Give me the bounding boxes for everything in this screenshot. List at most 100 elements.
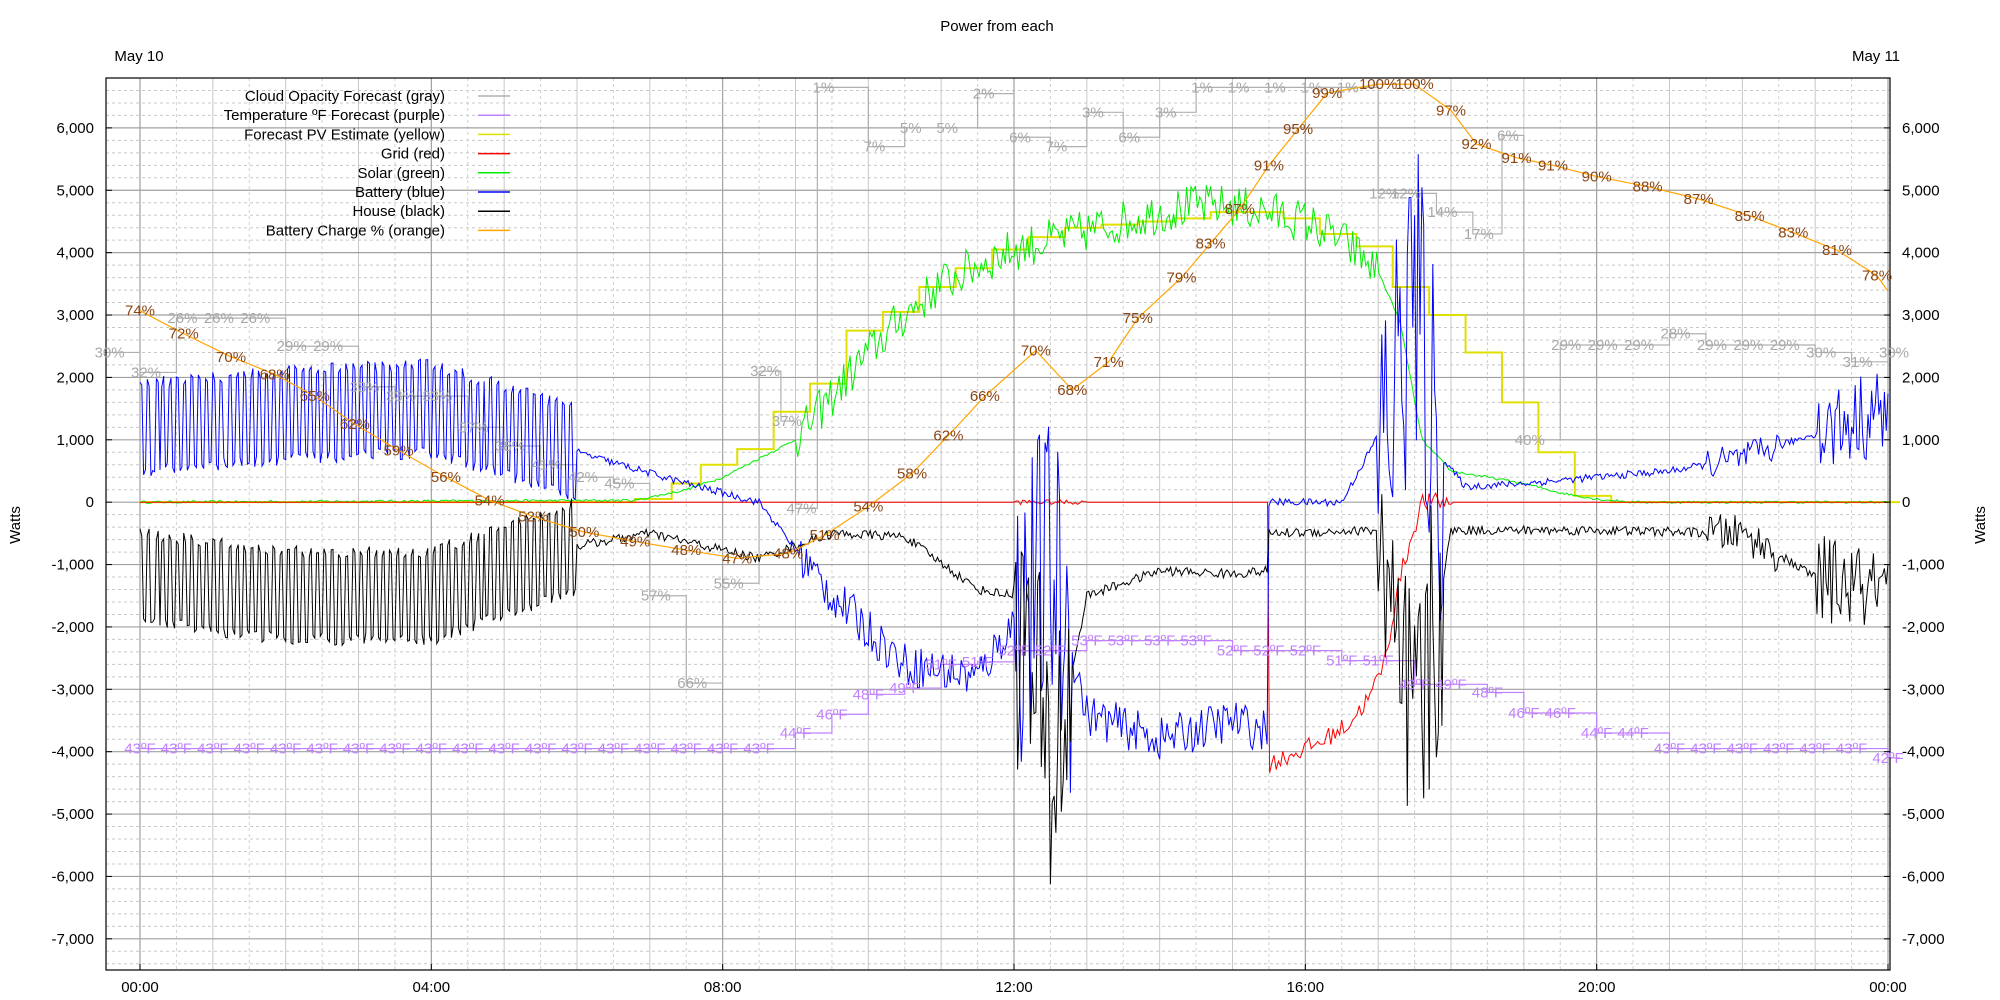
temperature-label: 52ºF — [1253, 643, 1284, 660]
cloud-opacity-label: 7% — [863, 139, 885, 156]
cloud-opacity-label: 31% — [1843, 354, 1873, 371]
temperature-label: 46ºF — [1508, 705, 1539, 722]
cloud-opacity-label: 32% — [131, 364, 161, 381]
temperature-label: 43ºF — [234, 741, 265, 758]
y-tick-label-right: -3,000 — [1902, 681, 1945, 698]
cloud-opacity-label: 5% — [936, 120, 958, 137]
y-tick-label-right: -5,000 — [1902, 806, 1945, 823]
y-tick-label-left: 2,000 — [56, 369, 94, 386]
battery-charge-label: 91% — [1254, 157, 1284, 174]
battery-charge-label: 74% — [125, 303, 155, 320]
battery-charge-label: 65% — [300, 388, 330, 405]
temperature-label: 48ºF — [1472, 684, 1503, 701]
battery-charge-label: 87% — [1225, 201, 1255, 218]
cloud-opacity-label: 29% — [1624, 337, 1654, 354]
battery-charge-label: 100% — [1395, 76, 1433, 93]
y-tick-label-left: -4,000 — [51, 744, 94, 761]
battery-charge-label: 62% — [340, 416, 370, 433]
temperature-label: 52ºF — [1290, 643, 1321, 660]
cloud-opacity-label: 55% — [714, 575, 744, 592]
temperature-label: 46ºF — [1545, 705, 1576, 722]
legend-entry-label: Grid (red) — [381, 146, 445, 163]
cloud-opacity-label: 7% — [1046, 139, 1068, 156]
temperature-label: 49ºF — [889, 680, 920, 697]
y-tick-label-right: 3,000 — [1902, 307, 1940, 324]
temperature-label: 43ºF — [343, 741, 374, 758]
x-tick-label: 20:00 — [1578, 979, 1616, 996]
y-axis-label-right: Watts — [1972, 506, 1989, 544]
battery-charge-label: 71% — [1094, 354, 1124, 371]
y-tick-label-right: 6,000 — [1902, 120, 1940, 137]
cloud-opacity-label: 66% — [677, 675, 707, 692]
temperature-label: 53ºF — [1144, 633, 1175, 650]
battery-charge-label: 97% — [1436, 102, 1466, 119]
temperature-label: 43ºF — [306, 741, 337, 758]
temperature-label: 51ºF — [962, 654, 993, 671]
cloud-opacity-label: 5% — [900, 120, 922, 137]
temperature-label: 43ºF — [1763, 741, 1794, 758]
battery-charge-label: 85% — [1735, 208, 1765, 225]
legend-entry-label: Forecast PV Estimate (yellow) — [244, 126, 445, 143]
cloud-opacity-label: 1% — [1191, 79, 1213, 96]
cloud-opacity-label: 47% — [786, 500, 816, 517]
cloud-opacity-label: 26% — [167, 310, 197, 327]
cloud-opacity-label: 29% — [1551, 337, 1581, 354]
temperature-label: 43ºF — [707, 741, 738, 758]
y-tick-label-left: 3,000 — [56, 307, 94, 324]
temperature-label: 43ºF — [452, 741, 483, 758]
cloud-opacity-label: 37% — [772, 413, 802, 430]
temperature-label: 43ºF — [197, 741, 228, 758]
temperature-label: 43ºF — [671, 741, 702, 758]
cloud-opacity-label: 3% — [1082, 104, 1104, 121]
temperature-label: 44ºF — [780, 725, 811, 742]
battery-charge-label: 66% — [970, 388, 1000, 405]
cloud-opacity-label: 29% — [1697, 337, 1727, 354]
y-tick-label-left: 5,000 — [56, 182, 94, 199]
battery-charge-label: 48% — [773, 545, 803, 562]
battery-charge-label: 70% — [1021, 343, 1051, 360]
cloud-opacity-label: 30% — [95, 344, 125, 361]
y-tick-label-right: 1,000 — [1902, 432, 1940, 449]
temperature-label: 53ºF — [1180, 633, 1211, 650]
temperature-label: 49ºF — [1435, 676, 1466, 693]
date-right-label: May 11 — [1852, 48, 1900, 65]
temperature-label: 52ºF — [998, 643, 1029, 660]
cloud-opacity-label: 29% — [1733, 337, 1763, 354]
cloud-opacity-label: 37% — [459, 419, 489, 436]
battery-charge-label: 90% — [1582, 169, 1612, 186]
temperature-label: 43ºF — [634, 741, 665, 758]
legend-entry-label: Temperature ºF Forecast (purple) — [224, 107, 445, 124]
cloud-opacity-label: 29% — [1770, 337, 1800, 354]
battery-charge-label: 91% — [1502, 150, 1532, 167]
y-tick-label-left: -6,000 — [51, 868, 94, 885]
cloud-opacity-label: 1% — [813, 79, 835, 96]
battery-charge-label: 58% — [897, 465, 927, 482]
battery-charge-label: 92% — [1461, 136, 1491, 153]
y-tick-label-right: -4,000 — [1902, 744, 1945, 761]
battery-charge-label: 99% — [1312, 85, 1342, 102]
cloud-opacity-label: 14% — [1427, 204, 1457, 221]
battery-charge-label: 81% — [1822, 242, 1852, 259]
cloud-opacity-label: 33% — [422, 388, 452, 405]
temperature-label: 43ºF — [525, 741, 556, 758]
battery-charge-label: 49% — [620, 533, 650, 550]
cloud-opacity-label: 26% — [204, 310, 234, 327]
cloud-opacity-label: 28% — [1660, 326, 1690, 343]
date-left-label: May 10 — [114, 48, 163, 65]
chart-background — [0, 0, 2000, 1000]
battery-charge-label: 83% — [1778, 225, 1808, 242]
temperature-label: 46ºF — [816, 706, 847, 723]
temperature-label: 51ºF — [1363, 653, 1394, 670]
y-tick-label-right: 0 — [1902, 494, 1910, 511]
cloud-opacity-label: 2% — [973, 86, 995, 103]
cloud-opacity-label: 30% — [1879, 344, 1909, 361]
x-tick-label: 12:00 — [995, 979, 1033, 996]
y-tick-label-right: -6,000 — [1902, 868, 1945, 885]
y-tick-label-right: -1,000 — [1902, 557, 1945, 574]
y-tick-label-left: 0 — [86, 494, 94, 511]
cloud-opacity-label: 42% — [568, 469, 598, 486]
battery-charge-label: 100% — [1359, 76, 1397, 93]
cloud-opacity-label: 1% — [1228, 79, 1250, 96]
battery-charge-label: 95% — [1283, 121, 1313, 138]
temperature-label: 43ºF — [1690, 741, 1721, 758]
